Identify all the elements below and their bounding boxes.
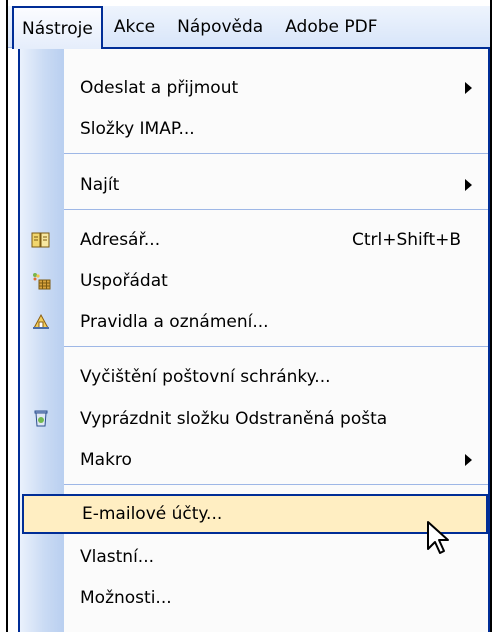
menu-separator — [64, 484, 488, 485]
menu-item-label: Najít — [80, 175, 120, 195]
menu-item-find[interactable]: Najít — [20, 165, 488, 205]
menubar-item-nastroje[interactable]: Nástroje — [12, 6, 103, 49]
menu-item-label: Vyčištění poštovní schránky... — [80, 367, 331, 387]
submenu-arrow-icon — [465, 82, 472, 94]
menubar-item-akce[interactable]: Akce — [103, 6, 166, 48]
menu-item-label: E-mailové účty... — [82, 504, 223, 524]
window-right-border — [490, 0, 492, 632]
menu-separator — [64, 209, 488, 210]
menu-item-send-receive[interactable]: Odeslat a přijmout — [20, 68, 488, 108]
organize-icon — [31, 271, 51, 291]
menu-item-label: Odeslat a přijmout — [80, 78, 239, 98]
menu-item-mailbox-cleanup[interactable]: Vyčištění poštovní schránky... — [20, 357, 488, 397]
menu-item-label: Možnosti... — [80, 588, 172, 608]
menubar-item-napoveda[interactable]: Nápověda — [166, 6, 274, 48]
menu-item-organize[interactable]: Uspořádat — [20, 261, 488, 301]
mouse-cursor-icon — [426, 520, 452, 556]
menu-item-email-accounts[interactable]: E-mailové účty... — [22, 494, 488, 534]
menu-item-empty-deleted-items[interactable]: Vyprázdnit složku Odstraněná pošta — [20, 399, 488, 439]
menu-separator — [64, 153, 488, 154]
menubar: Nástroje Akce Nápověda Adobe PDF — [8, 6, 490, 49]
rules-icon — [31, 312, 51, 332]
window-left-border — [6, 0, 8, 632]
menu-item-label: Uspořádat — [80, 271, 168, 291]
menu-item-label: Vyprázdnit složku Odstraněná pošta — [80, 409, 388, 429]
outlook-tools-menu-screenshot: Nástroje Akce Nápověda Adobe PDF Odeslat… — [0, 0, 499, 632]
menu-item-macro[interactable]: Makro — [20, 440, 488, 480]
menu-item-options[interactable]: Možnosti... — [20, 578, 488, 618]
menu-item-label: Pravidla a oznámení... — [80, 312, 269, 332]
recycle-bin-icon — [31, 409, 51, 429]
menubar-item-adobe-pdf[interactable]: Adobe PDF — [274, 6, 388, 48]
menu-item-imap-folders[interactable]: Složky IMAP... — [20, 109, 488, 149]
menu-item-shortcut: Ctrl+Shift+B — [352, 230, 462, 250]
submenu-arrow-icon — [465, 179, 472, 191]
menu-item-address-book[interactable]: Adresář... Ctrl+Shift+B — [20, 220, 488, 260]
menu-item-rules-alerts[interactable]: Pravidla a oznámení... — [20, 302, 488, 342]
menu-item-label: Adresář... — [80, 230, 161, 250]
address-book-icon — [31, 230, 51, 250]
menu-item-label: Vlastní... — [80, 547, 155, 567]
menu-separator — [64, 346, 488, 347]
menu-item-customize[interactable]: Vlastní... — [20, 537, 488, 577]
tools-dropdown-menu: Odeslat a přijmout Složky IMAP... Najít — [18, 47, 490, 632]
submenu-arrow-icon — [465, 454, 472, 466]
menu-item-label: Makro — [80, 450, 132, 470]
menu-item-label: Složky IMAP... — [80, 119, 195, 139]
